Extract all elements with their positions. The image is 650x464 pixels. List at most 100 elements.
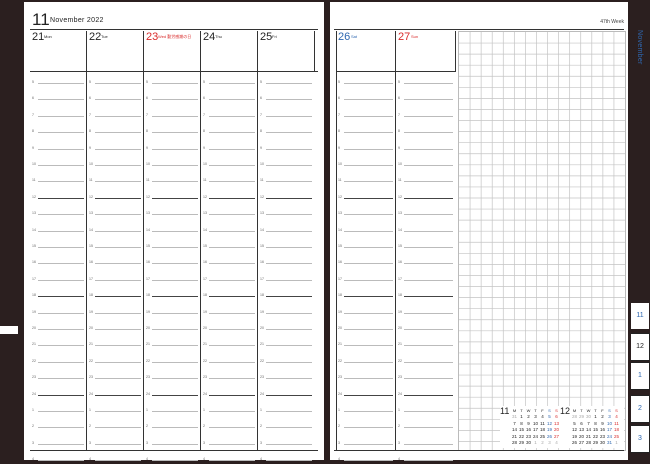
hour-label: 8 (260, 129, 262, 134)
hour-label: 15 (260, 244, 264, 248)
mini-day: 1 (615, 440, 618, 446)
time-row (95, 361, 141, 363)
hour-label: 17 (338, 276, 342, 281)
hour-label: 23 (32, 375, 36, 380)
mini-weekday: F (601, 408, 604, 413)
hour-label: 13 (32, 211, 36, 216)
time-row (209, 181, 255, 183)
hour-label: 6 (398, 96, 400, 101)
hour-label: 5 (203, 80, 205, 84)
hour-label: 4 (338, 457, 340, 462)
mini-day: 27 (553, 433, 559, 439)
hour-label: 5 (260, 80, 262, 84)
hour-label: 12 (203, 194, 207, 199)
time-row (95, 214, 141, 216)
hour-label: 3 (203, 440, 205, 445)
mini-day: 14 (511, 427, 517, 433)
hour-label: 22 (338, 358, 342, 363)
time-row (404, 279, 453, 281)
hour-label: 4 (146, 457, 148, 462)
day-number: 25 (260, 31, 273, 43)
mini-day: 31 (606, 440, 612, 446)
day-header: 27 Sun (396, 31, 456, 71)
time-row (266, 460, 312, 462)
time-row (266, 99, 312, 101)
day-header-line (30, 71, 318, 72)
hour-label: 18 (260, 293, 264, 298)
hour-label: 16 (338, 260, 342, 265)
hour-label: 5 (32, 80, 34, 84)
hour-label: 1 (146, 408, 148, 412)
time-row (152, 230, 198, 232)
time-row (38, 279, 84, 281)
time-row (209, 214, 255, 216)
hour-label: 23 (203, 375, 207, 380)
hour-label: 24 (32, 391, 36, 396)
hour-label: 16 (398, 260, 402, 265)
bottom-line (334, 450, 624, 451)
time-row (344, 443, 393, 445)
month-tab[interactable]: 12 (631, 333, 650, 361)
hour-label: 6 (203, 96, 205, 101)
side-month-label: November (636, 30, 643, 65)
month-tab[interactable]: 2 (631, 395, 650, 423)
mini-day: 22 (592, 433, 598, 439)
time-row (209, 394, 255, 396)
hour-label: 8 (338, 129, 340, 134)
time-row (152, 345, 198, 347)
time-row (95, 148, 141, 150)
month-tab[interactable]: 1 (631, 362, 650, 390)
hour-label: 17 (260, 276, 264, 281)
hour-label: 2 (203, 424, 205, 429)
hour-label: 11 (398, 178, 402, 183)
mini-weekday: S (615, 408, 618, 413)
time-row (152, 361, 198, 363)
mini-day: 27 (578, 440, 584, 446)
time-row (38, 247, 84, 248)
hour-label: 20 (398, 326, 402, 330)
day-header: 24 Thu (201, 31, 258, 71)
mini-day: 3 (548, 440, 551, 446)
mini-day: 7 (587, 420, 590, 426)
hour-label: 11 (146, 178, 150, 183)
time-row (344, 247, 393, 248)
hour-label: 14 (146, 227, 150, 232)
mini-day: 19 (571, 433, 577, 439)
mini-day: 1 (520, 414, 523, 419)
mini-weekday: T (520, 408, 523, 413)
mini-day: 17 (532, 427, 538, 433)
month-tab[interactable]: 3 (631, 425, 650, 453)
hour-label: 1 (260, 408, 262, 412)
column-separator (86, 31, 87, 450)
hour-label: 11 (32, 178, 36, 183)
hour-label: 20 (203, 326, 207, 330)
hour-label: 7 (398, 112, 400, 117)
time-row (266, 165, 312, 166)
hour-label: 18 (146, 293, 150, 298)
time-row (38, 115, 84, 117)
mini-weekday: T (534, 408, 537, 413)
mini-day: 21 (585, 433, 591, 439)
mini-day: 15 (518, 427, 524, 433)
hour-label: 4 (89, 457, 91, 462)
mini-day: 23 (599, 433, 605, 439)
time-row (38, 296, 84, 298)
hour-label: 17 (203, 276, 207, 281)
mini-weekday: M (512, 408, 517, 413)
time-row (152, 247, 198, 248)
time-row (209, 83, 255, 84)
hour-label: 2 (89, 424, 91, 429)
month-tab[interactable]: 11 (631, 303, 649, 329)
time-row (38, 345, 84, 347)
time-row (95, 443, 141, 445)
mini-day: 30 (599, 440, 605, 446)
time-row (95, 99, 141, 101)
hour-label: 6 (146, 96, 148, 101)
hour-label: 4 (260, 457, 262, 462)
time-row (38, 197, 84, 199)
column-separator (395, 31, 396, 450)
mini-day: 9 (601, 420, 604, 426)
time-row (38, 378, 84, 380)
left-page: 11 November 2022 21 Mon 22 Tue 23 Wed 勤労感謝の日 24 T… (24, 2, 324, 462)
mini-weekday: S (548, 408, 551, 413)
